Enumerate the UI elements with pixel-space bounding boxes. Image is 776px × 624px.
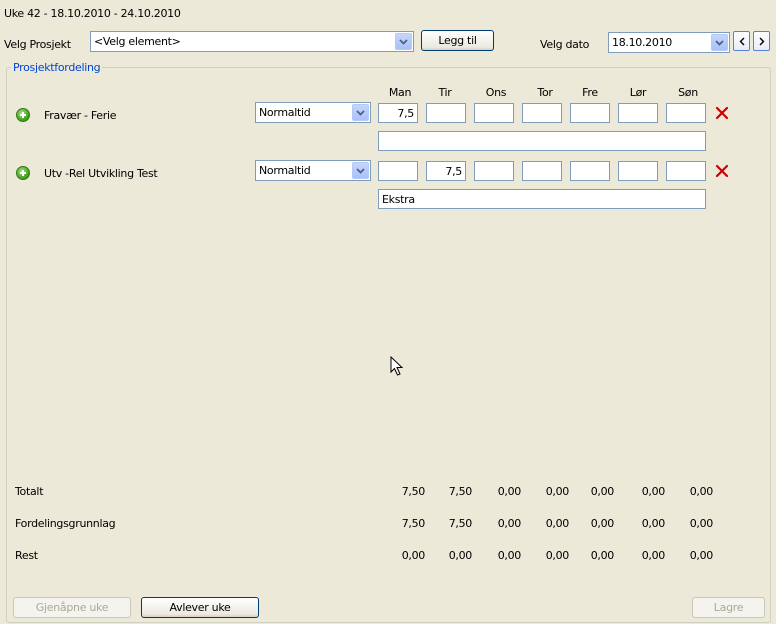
hours-wed[interactable] <box>474 103 514 123</box>
day-header-sun: Søn <box>678 86 698 99</box>
date-select[interactable]: 18.10.2010 <box>608 32 730 53</box>
mouse-pointer-icon <box>390 356 404 376</box>
hours-fri[interactable] <box>570 161 610 181</box>
hours-sun[interactable] <box>666 103 706 123</box>
deliver-week-button[interactable]: Avlever uke <box>141 597 259 618</box>
week-title: Uke 42 - 18.10.2010 - 24.10.2010 <box>4 7 181 20</box>
total-sat: 0,00 <box>641 485 666 498</box>
delete-row-icon[interactable] <box>715 106 729 120</box>
day-header-mon: Man <box>388 86 412 99</box>
total-sun: 0,00 <box>689 485 714 498</box>
chevron-left-icon <box>739 37 744 45</box>
rest-sat: 0,00 <box>641 549 666 562</box>
rest-wed: 0,00 <box>497 549 522 562</box>
chevron-down-icon[interactable] <box>711 34 728 51</box>
chevron-right-icon <box>759 37 764 45</box>
hours-sat[interactable] <box>618 103 658 123</box>
hours-sun[interactable] <box>666 161 706 181</box>
day-header-fri: Fre <box>582 86 598 99</box>
chevron-down-icon[interactable] <box>352 104 369 121</box>
row-comment-field[interactable] <box>378 131 706 151</box>
time-type-select[interactable]: Normaltid <box>255 160 371 181</box>
hours-fri[interactable] <box>570 103 610 123</box>
project-select[interactable]: <Velg element> <box>90 31 414 52</box>
time-type-select[interactable]: Normaltid <box>255 102 371 123</box>
hours-thu[interactable] <box>522 103 562 123</box>
rest-tue: 0,00 <box>448 549 473 562</box>
hours-tue[interactable]: 7,5 <box>426 161 466 181</box>
project-select-label: Velg Prosjekt <box>4 38 71 51</box>
reopen-week-button[interactable]: Gjenåpne uke <box>13 597 131 618</box>
hours-mon[interactable] <box>378 161 418 181</box>
summary-label-basis: Fordelingsgrunnlag <box>15 517 116 530</box>
add-row-icon[interactable] <box>16 108 30 122</box>
time-type-value: Normaltid <box>259 106 311 119</box>
chevron-down-icon[interactable] <box>395 33 412 50</box>
basis-wed: 0,00 <box>497 517 522 530</box>
summary-label-total: Totalt <box>15 485 44 498</box>
rest-sun: 0,00 <box>689 549 714 562</box>
next-week-button[interactable] <box>753 31 770 51</box>
basis-thu: 0,00 <box>545 517 570 530</box>
day-header-wed: Ons <box>485 86 507 99</box>
rest-mon: 0,00 <box>401 549 426 562</box>
day-header-thu: Tor <box>537 86 553 99</box>
project-select-value: <Velg element> <box>94 35 181 48</box>
hours-thu[interactable] <box>522 161 562 181</box>
rest-fri: 0,00 <box>590 549 615 562</box>
total-wed: 0,00 <box>497 485 522 498</box>
day-header-tue: Tir <box>438 86 452 99</box>
time-type-value: Normaltid <box>259 164 311 177</box>
row-comment-field[interactable]: Ekstra <box>378 189 706 209</box>
row-project-name: Fravær - Ferie <box>44 109 117 122</box>
row-project-name: Utv -Rel Utvikling Test <box>44 167 158 180</box>
delete-row-icon[interactable] <box>715 164 729 178</box>
date-select-value: 18.10.2010 <box>612 36 672 49</box>
basis-sat: 0,00 <box>641 517 666 530</box>
hours-tue[interactable] <box>426 103 466 123</box>
date-select-label: Velg dato <box>540 38 590 51</box>
hours-sat[interactable] <box>618 161 658 181</box>
hours-mon[interactable]: 7,5 <box>378 103 418 123</box>
rest-thu: 0,00 <box>545 549 570 562</box>
summary-label-rest: Rest <box>15 549 38 562</box>
basis-sun: 0,00 <box>689 517 714 530</box>
basis-tue: 7,50 <box>448 517 473 530</box>
total-fri: 0,00 <box>590 485 615 498</box>
total-thu: 0,00 <box>545 485 570 498</box>
add-project-button[interactable]: Legg til <box>421 30 494 51</box>
chevron-down-icon[interactable] <box>352 162 369 179</box>
add-row-icon[interactable] <box>16 166 30 180</box>
basis-mon: 7,50 <box>401 517 426 530</box>
previous-week-button[interactable] <box>733 31 750 51</box>
group-title: Prosjektfordeling <box>11 61 103 74</box>
save-button[interactable]: Lagre <box>692 597 765 618</box>
hours-wed[interactable] <box>474 161 514 181</box>
day-header-sat: Lør <box>629 86 647 99</box>
basis-fri: 0,00 <box>590 517 615 530</box>
total-mon: 7,50 <box>401 485 426 498</box>
total-tue: 7,50 <box>448 485 473 498</box>
